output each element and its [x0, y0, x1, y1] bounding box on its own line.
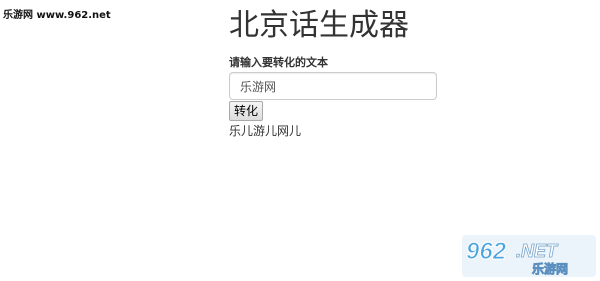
page-title: 北京话生成器 [229, 8, 409, 43]
text-input[interactable] [229, 72, 437, 100]
site-watermark: 乐游网 www.962.net [3, 10, 111, 21]
input-label: 请输入要转化的文本 [229, 56, 328, 69]
result-text: 乐儿游儿网儿 [229, 124, 302, 138]
convert-button[interactable]: 转化 [229, 101, 264, 121]
logo-number: 962 [466, 238, 507, 265]
site-logo: 962 .NET 乐游网 [462, 235, 596, 277]
logo-suffix: .NET [516, 241, 559, 261]
logo-name: 乐游网 [532, 261, 568, 276]
